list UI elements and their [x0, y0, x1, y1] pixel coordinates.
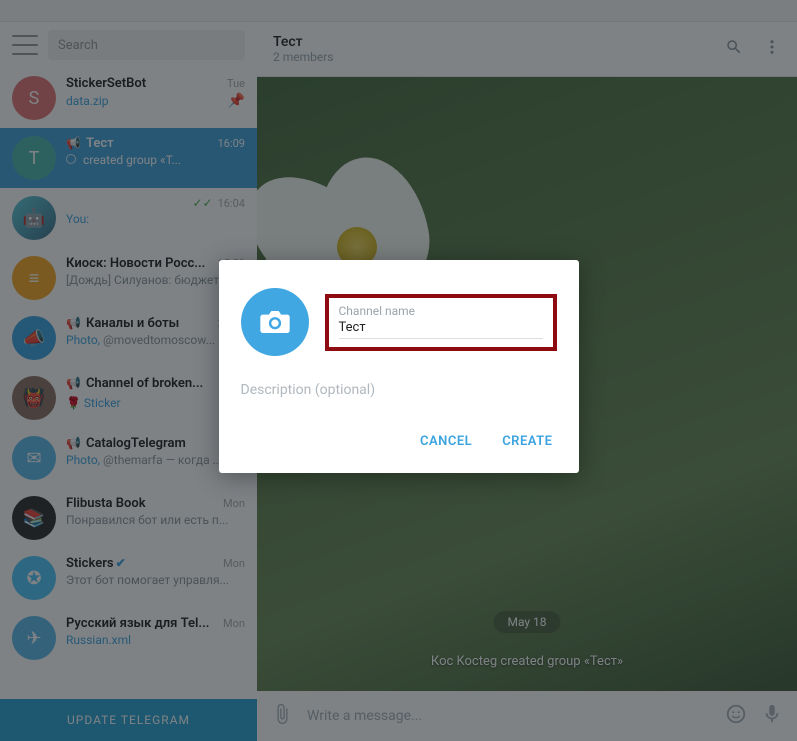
new-channel-dialog: Channel name Тест Description (optional)…: [219, 260, 579, 473]
channel-name-field-highlight: Channel name Тест: [325, 294, 557, 351]
channel-name-input[interactable]: Тест: [339, 320, 543, 339]
channel-photo-button[interactable]: [241, 288, 309, 356]
dialog-actions: CANCEL CREATE: [219, 424, 579, 459]
channel-name-label: Channel name: [339, 304, 543, 318]
create-button[interactable]: CREATE: [502, 434, 552, 449]
cancel-button[interactable]: CANCEL: [420, 434, 472, 449]
app-root: Search SStickerSetBotTuedata.zip📌T📢 Тест…: [0, 0, 797, 741]
channel-description-input[interactable]: Description (optional): [219, 366, 579, 424]
